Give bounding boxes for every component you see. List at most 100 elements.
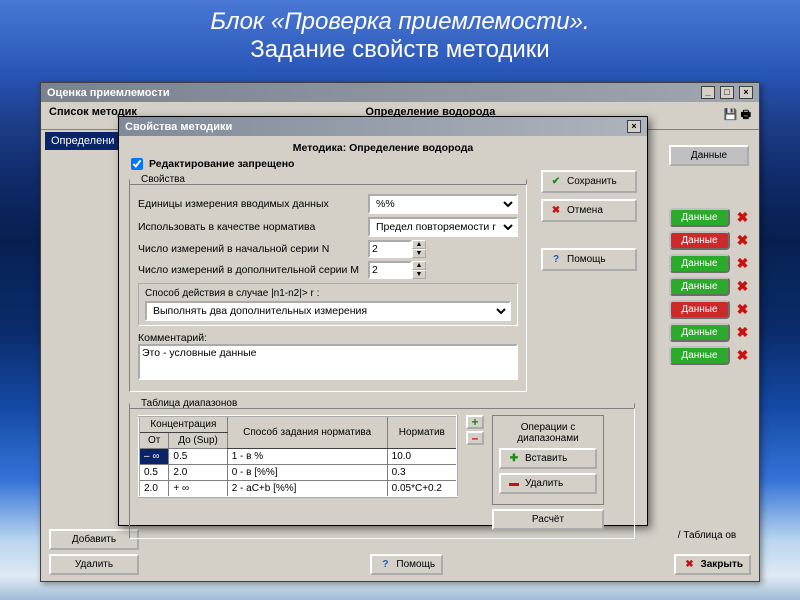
col-norm: Норматив <box>387 416 457 449</box>
m-label: Число измерений в дополнительной серии M <box>138 264 360 276</box>
data-pill[interactable]: Данные <box>669 300 730 319</box>
comment-textarea[interactable]: Это - условные данные <box>138 344 518 380</box>
props-legend: Свойства <box>138 174 188 185</box>
minimize-icon[interactable]: _ <box>701 86 715 99</box>
selected-methodology-row[interactable]: Определени <box>45 132 125 150</box>
x-icon: ✖ <box>549 205 563 216</box>
data-row: Данные ✖ <box>669 254 749 273</box>
table-cell: 0.5 <box>139 465 169 481</box>
table-row[interactable]: 2.0+ ∞2 - aC+b [%%]0.05*C+0.2 <box>139 481 457 498</box>
help-button[interactable]: ? Помощь <box>541 248 637 271</box>
edit-locked-label: Редактирование запрещено <box>149 158 294 170</box>
data-pill[interactable]: Данные <box>669 208 730 227</box>
data-pill[interactable]: Данные <box>669 231 730 250</box>
slide-title-1: Блок «Проверка приемлемости». <box>0 8 800 36</box>
data-row: Данные ✖ <box>669 277 749 296</box>
data-pill[interactable]: Данные <box>669 277 730 296</box>
table-cell: 2.0 <box>169 465 227 481</box>
col-from: От <box>139 433 169 449</box>
side-data-buttons: Данные Данные✖Данные✖Данные✖Данные✖Данны… <box>669 145 749 369</box>
question-icon: ? <box>549 254 563 265</box>
m-spinner[interactable] <box>368 261 412 279</box>
slide-title-2: Задание свойств методики <box>0 36 800 64</box>
table-cell: 2 - aC+b [%%] <box>227 481 387 498</box>
print-icon[interactable]: 🖶 <box>741 109 751 121</box>
table-cell: 1 - в % <box>227 449 387 465</box>
back-window-title: Оценка приемлемости <box>47 87 170 99</box>
action-label: Способ действия в случае |n1-n2|> r : <box>145 288 511 299</box>
minus-icon[interactable]: – <box>466 431 484 445</box>
question-icon: ? <box>378 559 392 570</box>
delete-x-icon[interactable]: ✖ <box>736 347 749 364</box>
add-button[interactable]: Добавить <box>49 529 139 550</box>
delete-x-icon[interactable]: ✖ <box>736 209 749 226</box>
data-row: Данные ✖ <box>669 346 749 365</box>
help-button-back[interactable]: ? Помощь <box>370 554 443 575</box>
delete-button[interactable]: Удалить <box>49 554 139 575</box>
table-cell: + ∞ <box>169 481 227 498</box>
data-pill[interactable]: Данные <box>669 323 730 342</box>
data-row: Данные ✖ <box>669 323 749 342</box>
save-disk-icon[interactable]: 💾 <box>724 109 738 121</box>
maximize-icon[interactable]: □ <box>720 86 734 99</box>
n-spinner[interactable] <box>368 240 412 258</box>
insert-range-button[interactable]: ✚ Вставить <box>499 448 597 469</box>
ranges-table[interactable]: Концентрация Способ задания норматива Но… <box>138 415 458 498</box>
units-label: Единицы измерения вводимых данных <box>138 198 360 210</box>
table-cell: 0.3 <box>387 465 457 481</box>
col-concentration: Концентрация <box>139 416 227 433</box>
data-pill[interactable]: Данные <box>669 254 730 273</box>
col-mode: Способ задания норматива <box>227 416 387 449</box>
ops-header: Операции с диапазонами <box>499 422 597 444</box>
delete-x-icon[interactable]: ✖ <box>736 301 749 318</box>
table-cell: 0 - в [%%] <box>227 465 387 481</box>
table-cell: 0.05*C+0.2 <box>387 481 457 498</box>
delete-x-icon[interactable]: ✖ <box>736 278 749 295</box>
norm-label: Использовать в качестве норматива <box>138 221 360 233</box>
comment-label: Комментарий: <box>138 332 518 344</box>
table-cell: – ∞ <box>139 449 169 465</box>
table-row[interactable]: – ∞0.51 - в %10.0 <box>139 449 457 465</box>
table-row[interactable]: 0.52.00 - в [%%]0.3 <box>139 465 457 481</box>
table-cell: 0.5 <box>169 449 227 465</box>
dialog-subtitle: Методика: Определение водорода <box>129 142 637 154</box>
dialog-close-icon[interactable]: × <box>627 120 641 133</box>
back-title-bar: Оценка приемлемости _ □ × <box>41 83 759 102</box>
range-ops-group: Операции с диапазонами ✚ Вставить ▬ Удал… <box>492 415 604 505</box>
plus-icon[interactable]: + <box>466 415 484 429</box>
dialog-title: Свойства методики <box>125 121 232 133</box>
properties-dialog: Свойства методики × Методика: Определени… <box>118 116 648 526</box>
units-select[interactable]: %% <box>368 194 518 214</box>
n-label: Число измерений в начальной серии N <box>138 243 360 255</box>
delete-x-icon[interactable]: ✖ <box>736 255 749 272</box>
table-cell: 2.0 <box>139 481 169 498</box>
data-pill[interactable]: Данные <box>669 346 730 365</box>
close-icon[interactable]: × <box>739 86 753 99</box>
col-to: До (Sup) <box>169 433 227 449</box>
ranges-legend: Таблица диапазонов <box>138 398 240 409</box>
calc-button[interactable]: Расчёт <box>492 509 604 530</box>
delete-x-icon[interactable]: ✖ <box>736 324 749 341</box>
normative-select[interactable]: Предел повторяемости r <box>368 217 518 237</box>
spin-down-icon[interactable]: ▼ <box>412 249 426 258</box>
edit-locked-checkbox[interactable] <box>131 158 143 170</box>
save-button[interactable]: ✔ Сохранить <box>541 170 637 193</box>
data-button-top[interactable]: Данные <box>669 145 749 166</box>
cancel-button[interactable]: ✖ Отмена <box>541 199 637 222</box>
action-select[interactable]: Выполнять два дополнительных измерения <box>145 301 511 321</box>
table-cell: 10.0 <box>387 449 457 465</box>
delete-range-button[interactable]: ▬ Удалить <box>499 473 597 494</box>
check-icon: ✔ <box>549 176 563 187</box>
minus-icon: ▬ <box>507 478 521 489</box>
spin-up-icon[interactable]: ▲ <box>412 261 426 270</box>
action-group: Способ действия в случае |n1-n2|> r : Вы… <box>138 283 518 326</box>
delete-x-icon[interactable]: ✖ <box>736 232 749 249</box>
data-row: Данные ✖ <box>669 231 749 250</box>
close-x-icon: ✖ <box>682 559 696 570</box>
spin-up-icon[interactable]: ▲ <box>412 240 426 249</box>
dialog-title-bar: Свойства методики × <box>119 117 647 136</box>
data-row: Данные ✖ <box>669 300 749 319</box>
plus-icon: ✚ <box>507 453 521 464</box>
spin-down-icon[interactable]: ▼ <box>412 270 426 279</box>
close-button[interactable]: ✖ Закрыть <box>674 554 751 575</box>
